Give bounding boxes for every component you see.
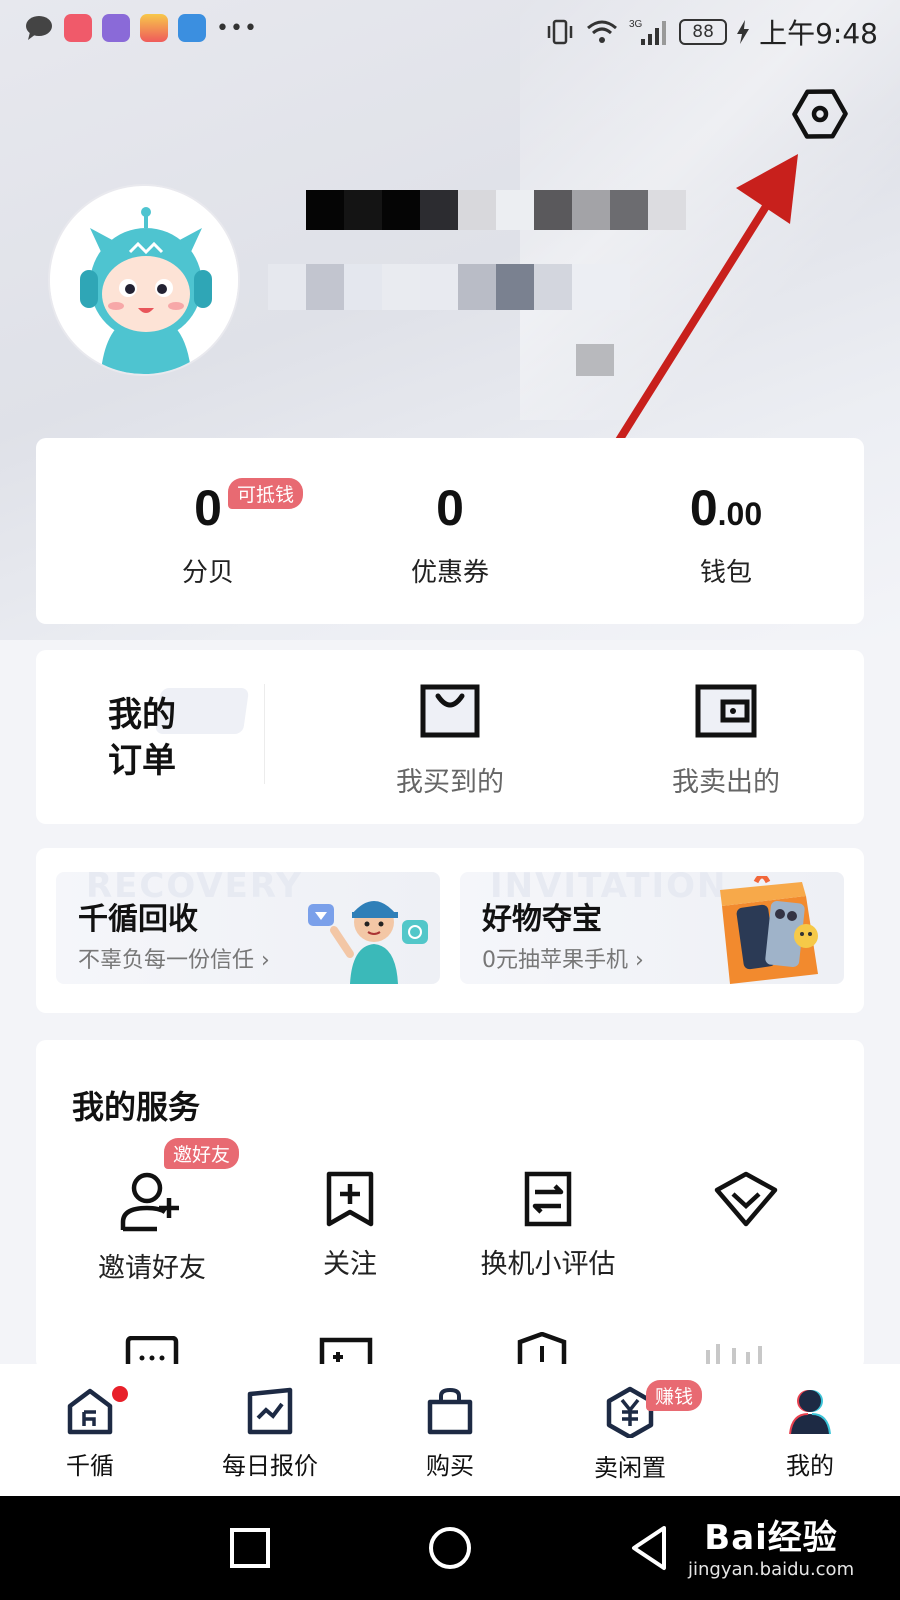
exchange-icon xyxy=(524,1171,572,1227)
home-icon xyxy=(67,1388,113,1435)
services-card: 我的服务 邀请好友 邀好友 关注 换机小评估 xyxy=(36,1040,864,1370)
coupons-stat[interactable]: 0 优惠券 xyxy=(350,478,550,589)
coupons-label: 优惠券 xyxy=(410,558,489,588)
bought-orders-button[interactable]: 我买到的 xyxy=(360,684,540,799)
add-user-icon xyxy=(120,1172,179,1232)
home-circle-icon[interactable] xyxy=(424,1522,476,1574)
nav-buy[interactable]: 购买 xyxy=(370,1386,530,1481)
shopping-bag-icon xyxy=(420,684,480,738)
nav-sell[interactable]: 赚钱 卖闲置 xyxy=(550,1380,710,1483)
my-orders-title[interactable]: 我的 订单 xyxy=(108,692,218,784)
orders-card: 我的 订单 我买到的 我卖出的 xyxy=(36,650,864,824)
nav-mine-label: 我的 xyxy=(786,1452,834,1480)
avatar[interactable] xyxy=(48,184,240,376)
invite-friends-button[interactable]: 邀请好友 邀好友 xyxy=(52,1138,252,1285)
notification-dot xyxy=(112,1386,128,1402)
message-icon xyxy=(26,16,52,40)
system-navigation-bar: Bai经验 jingyan.baidu.com xyxy=(0,1496,900,1600)
recycle-promo[interactable]: RECOVERY 千循回收 不辜负每一份信任 › xyxy=(56,872,440,984)
vibrate-icon xyxy=(547,19,573,45)
nav-daily-quotes-label: 每日报价 xyxy=(222,1452,318,1480)
app-notification-icon xyxy=(102,14,130,42)
app-notification-icon xyxy=(64,14,92,42)
sold-orders-button[interactable]: 我卖出的 xyxy=(636,684,816,799)
promo-subtitle: 0元抽苹果手机 › xyxy=(482,948,644,973)
nav-sell-label: 卖闲置 xyxy=(594,1454,666,1482)
earn-money-badge: 赚钱 xyxy=(646,1380,703,1411)
invite-badge: 邀好友 xyxy=(164,1138,240,1169)
nav-home-label: 千循 xyxy=(66,1452,114,1480)
divider xyxy=(264,684,265,784)
follow-button[interactable]: 关注 xyxy=(250,1170,450,1281)
svg-text:3G: 3G xyxy=(629,19,643,30)
more-notifications-icon: ••• xyxy=(216,15,258,41)
bottom-navigation: 千循 每日报价 购买 赚钱 卖闲置 我的 xyxy=(0,1364,900,1496)
promo-subtitle: 不辜负每一份信任 › xyxy=(78,948,270,973)
app-notification-icon xyxy=(140,14,168,42)
wallet-stat[interactable]: 0.00 钱包 xyxy=(626,478,826,589)
back-triangle-icon[interactable] xyxy=(624,1522,676,1574)
status-time: 上午9:48 xyxy=(759,17,878,50)
signal-icon: 3G xyxy=(629,19,667,45)
charging-icon xyxy=(737,20,750,44)
fenbei-stat[interactable]: 0 分贝 可抵钱 xyxy=(108,478,308,589)
robot-avatar-icon xyxy=(50,186,238,374)
user-profile-icon xyxy=(789,1390,831,1435)
fenbei-label: 分贝 xyxy=(181,558,234,588)
promotions-card: RECOVERY 千循回收 不辜负每一份信任 › INVITATION 好物夺宝… xyxy=(36,848,864,1013)
gear-icon[interactable] xyxy=(790,84,850,144)
recent-apps-icon[interactable] xyxy=(224,1522,276,1574)
status-bar: ••• 3G 88 上午9:48 xyxy=(0,0,900,60)
lucky-draw-promo[interactable]: INVITATION 好物夺宝 0元抽苹果手机 › xyxy=(460,872,844,984)
wallet-value: 0.00 xyxy=(689,480,763,536)
username-censored xyxy=(306,190,690,230)
bought-label: 我买到的 xyxy=(396,767,504,798)
nav-home[interactable]: 千循 xyxy=(10,1386,170,1481)
follow-label: 关注 xyxy=(323,1249,377,1280)
battery-indicator: 88 xyxy=(679,19,728,45)
wallet-icon xyxy=(695,684,757,738)
invite-friends-label: 邀请好友 xyxy=(98,1253,206,1284)
sold-label: 我卖出的 xyxy=(672,767,780,798)
coupons-value: 0 xyxy=(436,480,464,536)
wifi-icon xyxy=(587,20,618,43)
recycle-mascot-icon xyxy=(308,901,428,984)
diamond-icon xyxy=(714,1171,778,1227)
diamond-service-button[interactable] xyxy=(646,1170,846,1242)
trend-chart-icon xyxy=(247,1387,293,1435)
shield-app-icon xyxy=(178,14,206,42)
trade-in-estimate-button[interactable]: 换机小评估 xyxy=(448,1170,648,1281)
user-id-censored xyxy=(268,264,630,310)
assets-card: 0 分贝 可抵钱 0 优惠券 0.00 钱包 xyxy=(36,438,864,624)
nav-mine[interactable]: 我的 xyxy=(730,1386,890,1481)
bookmark-add-icon xyxy=(326,1171,374,1227)
trade-in-label: 换机小评估 xyxy=(480,1249,616,1280)
baidu-watermark: Bai经验 jingyan.baidu.com xyxy=(688,1518,855,1580)
gift-box-phone-icon xyxy=(720,876,818,984)
nav-daily-quotes[interactable]: 每日报价 xyxy=(190,1386,350,1481)
redeemable-badge: 可抵钱 xyxy=(228,478,304,509)
promo-title: 好物夺宝 xyxy=(482,902,602,937)
wallet-label: 钱包 xyxy=(699,558,752,588)
nav-buy-label: 购买 xyxy=(426,1452,474,1480)
user-info-censored xyxy=(576,344,614,376)
services-title: 我的服务 xyxy=(72,1088,201,1126)
promo-title: 千循回收 xyxy=(78,902,198,937)
shopping-bag-icon xyxy=(427,1387,473,1435)
